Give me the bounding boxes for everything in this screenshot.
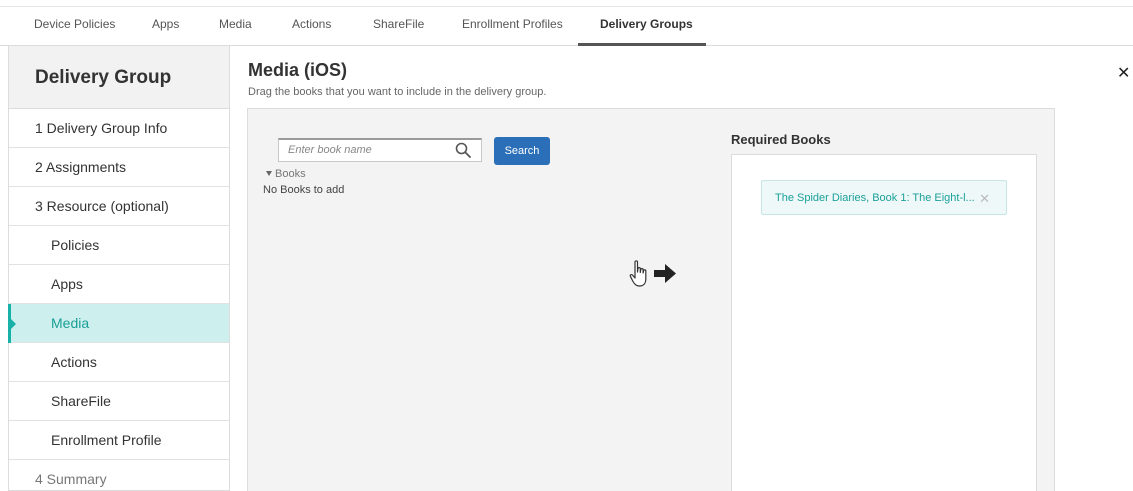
tab-enrollment-profiles[interactable]: Enrollment Profiles <box>462 0 563 46</box>
tab-sharefile[interactable]: ShareFile <box>373 0 424 46</box>
page-title: Media (iOS) <box>248 60 348 80</box>
caret-down-icon <box>266 171 272 176</box>
sidebar: Delivery Group 1 Delivery Group Info 2 A… <box>8 46 230 491</box>
arrow-right-icon <box>654 264 676 283</box>
sidebar-item-summary[interactable]: 4 Summary <box>9 460 229 491</box>
search-field <box>278 138 482 162</box>
search-button[interactable]: Search <box>494 137 550 165</box>
sidebar-item-media[interactable]: Media <box>8 304 229 343</box>
sidebar-item-policies[interactable]: Policies <box>9 226 229 265</box>
tab-actions[interactable]: Actions <box>292 0 331 46</box>
required-book-label: The Spider Diaries, Book 1: The Eight-l.… <box>775 192 975 204</box>
sidebar-item-enrollment-profile[interactable]: Enrollment Profile <box>9 421 229 460</box>
tab-media[interactable]: Media <box>219 0 252 46</box>
hand-pointer-icon <box>629 260 647 287</box>
sidebar-item-delivery-group-info[interactable]: 1 Delivery Group Info <box>9 109 229 148</box>
sidebar-item-actions[interactable]: Actions <box>9 343 229 382</box>
required-book-chip[interactable]: The Spider Diaries, Book 1: The Eight-l.… <box>761 180 1007 215</box>
sidebar-item-sharefile[interactable]: ShareFile <box>9 382 229 421</box>
required-books-title: Required Books <box>731 132 831 147</box>
page-subtitle: Drag the books that you want to include … <box>248 86 547 98</box>
sidebar-item-assignments[interactable]: 2 Assignments <box>9 148 229 187</box>
empty-books-message: No Books to add <box>263 184 345 196</box>
search-input[interactable] <box>288 140 458 160</box>
tab-device-policies[interactable]: Device Policies <box>34 0 115 46</box>
close-icon[interactable]: ✕ <box>1117 63 1130 83</box>
books-toggle-label: Books <box>275 168 306 180</box>
sidebar-item-resource[interactable]: 3 Resource (optional) <box>9 187 229 226</box>
drag-hint <box>629 260 676 287</box>
books-tree-toggle[interactable]: Books <box>266 168 306 180</box>
sidebar-item-apps[interactable]: Apps <box>9 265 229 304</box>
top-tab-bar: Device Policies Apps Media Actions Share… <box>0 0 1133 46</box>
active-tab-indicator <box>578 43 706 46</box>
search-icon[interactable] <box>455 142 471 158</box>
tab-apps[interactable]: Apps <box>152 0 179 46</box>
tab-delivery-groups[interactable]: Delivery Groups <box>600 0 693 46</box>
remove-icon[interactable]: ✕ <box>979 181 990 216</box>
sidebar-title: Delivery Group <box>9 46 229 109</box>
